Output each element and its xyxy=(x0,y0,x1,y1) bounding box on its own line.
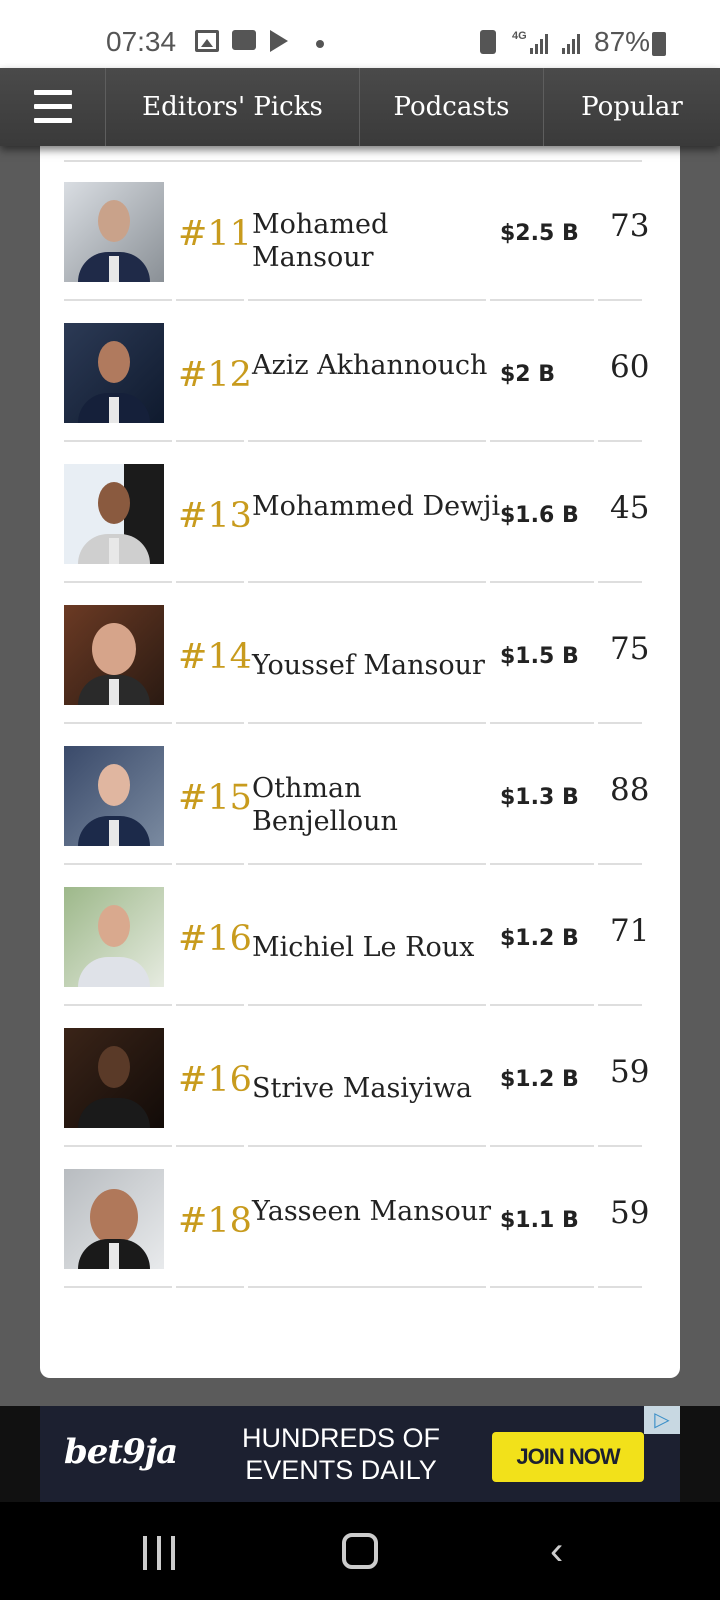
back-icon[interactable]: ‹ xyxy=(550,1531,563,1571)
signal-icon xyxy=(562,32,584,54)
net-worth: $1.2 B xyxy=(500,1067,579,1092)
system-nav-bar: ‹ xyxy=(0,1502,720,1600)
person-name[interactable]: Mohammed Dewji xyxy=(252,490,504,523)
person-photo[interactable] xyxy=(64,1028,164,1128)
net-worth: $1.2 B xyxy=(500,926,579,951)
net-worth: $2.5 B xyxy=(500,221,579,246)
person-name[interactable]: Michiel Le Roux xyxy=(252,931,504,964)
ranking-row[interactable]: #14 Youssef Mansour $1.5 B 75 xyxy=(40,565,680,724)
ad-brand-logo: bet9ja xyxy=(64,1432,178,1472)
net-worth: $1.1 B xyxy=(500,1208,579,1233)
rank: #14 xyxy=(178,637,252,677)
hamburger-icon[interactable] xyxy=(0,68,106,146)
tab-popular[interactable]: Popular xyxy=(544,68,720,146)
signal-icon xyxy=(530,32,552,54)
rank: #16 xyxy=(178,919,252,959)
age: 59 xyxy=(610,1054,650,1090)
person-photo[interactable] xyxy=(64,605,164,705)
network-type: 4G xyxy=(512,30,527,42)
ranking-row[interactable]: #18 Yasseen Mansour $1.1 B 59 xyxy=(40,1129,680,1288)
age: 59 xyxy=(610,1195,650,1231)
gallery-icon xyxy=(195,30,219,52)
person-name[interactable]: Youssef Mansour xyxy=(252,649,504,682)
net-worth: $1.6 B xyxy=(500,503,579,528)
age: 88 xyxy=(610,772,650,808)
tab-podcasts[interactable]: Podcasts xyxy=(360,68,544,146)
dot-icon xyxy=(316,40,324,48)
net-worth: $1.3 B xyxy=(500,785,579,810)
home-icon[interactable] xyxy=(342,1533,378,1569)
ranking-row[interactable]: #13 Mohammed Dewji $1.6 B 45 xyxy=(40,424,680,583)
battery-saver-icon xyxy=(480,30,496,54)
battery-percent: 87% xyxy=(594,26,651,57)
join-now-button[interactable]: JOIN NOW xyxy=(492,1432,644,1482)
play-store-icon xyxy=(270,30,288,52)
ranking-row[interactable]: #12 Aziz Akhannouch $2 B 60 xyxy=(40,283,680,442)
age: 60 xyxy=(610,349,650,385)
person-name[interactable]: Othman Benjelloun xyxy=(252,772,504,838)
person-name[interactable]: Aziz Akhannouch xyxy=(252,349,504,382)
rank: #11 xyxy=(178,214,252,254)
person-photo[interactable] xyxy=(64,746,164,846)
top-nav-bar: Editors' Picks Podcasts Popular xyxy=(0,68,720,146)
status-time: 07:34 xyxy=(106,26,177,57)
ranking-row[interactable]: #16 Strive Masiyiwa $1.2 B 59 xyxy=(40,988,680,1147)
rankings-card: #11 Mohamed Mansour $2.5 B 73 #12 Aziz A… xyxy=(40,146,680,1378)
person-photo[interactable] xyxy=(64,464,164,564)
net-worth: $2 B xyxy=(500,362,556,387)
ranking-row[interactable]: #15 Othman Benjelloun $1.3 B 88 xyxy=(40,706,680,865)
recent-apps-icon[interactable] xyxy=(143,1536,177,1570)
ad-banner[interactable]: bet9ja HUNDREDS OF EVENTS DAILY JOIN NOW… xyxy=(40,1406,680,1502)
person-photo[interactable] xyxy=(64,323,164,423)
ad-headline: HUNDREDS OF EVENTS DAILY xyxy=(241,1423,440,1485)
age: 45 xyxy=(610,490,650,526)
battery-icon xyxy=(652,32,666,56)
status-bar: 07:34 4G 87% xyxy=(0,0,720,68)
chat-icon xyxy=(232,30,256,50)
ad-choices-icon[interactable]: ▷ xyxy=(644,1406,680,1434)
net-worth: $1.5 B xyxy=(500,644,579,669)
rank: #13 xyxy=(178,496,252,536)
rank: #16 xyxy=(178,1060,252,1100)
person-name[interactable]: Strive Masiyiwa xyxy=(252,1072,504,1105)
person-name[interactable]: Yasseen Mansour xyxy=(252,1195,504,1228)
person-photo[interactable] xyxy=(64,887,164,987)
person-name[interactable]: Mohamed Mansour xyxy=(252,208,504,274)
age: 73 xyxy=(610,208,650,244)
age: 75 xyxy=(610,631,650,667)
ranking-row[interactable]: #16 Michiel Le Roux $1.2 B 71 xyxy=(40,847,680,1006)
rank: #15 xyxy=(178,778,252,818)
person-photo[interactable] xyxy=(64,1169,164,1269)
tab-editors-picks[interactable]: Editors' Picks xyxy=(106,68,360,146)
rank: #12 xyxy=(178,355,252,395)
person-photo[interactable] xyxy=(64,182,164,282)
age: 71 xyxy=(610,913,650,949)
ranking-row[interactable]: #11 Mohamed Mansour $2.5 B 73 xyxy=(40,142,680,301)
rank: #18 xyxy=(178,1201,252,1241)
